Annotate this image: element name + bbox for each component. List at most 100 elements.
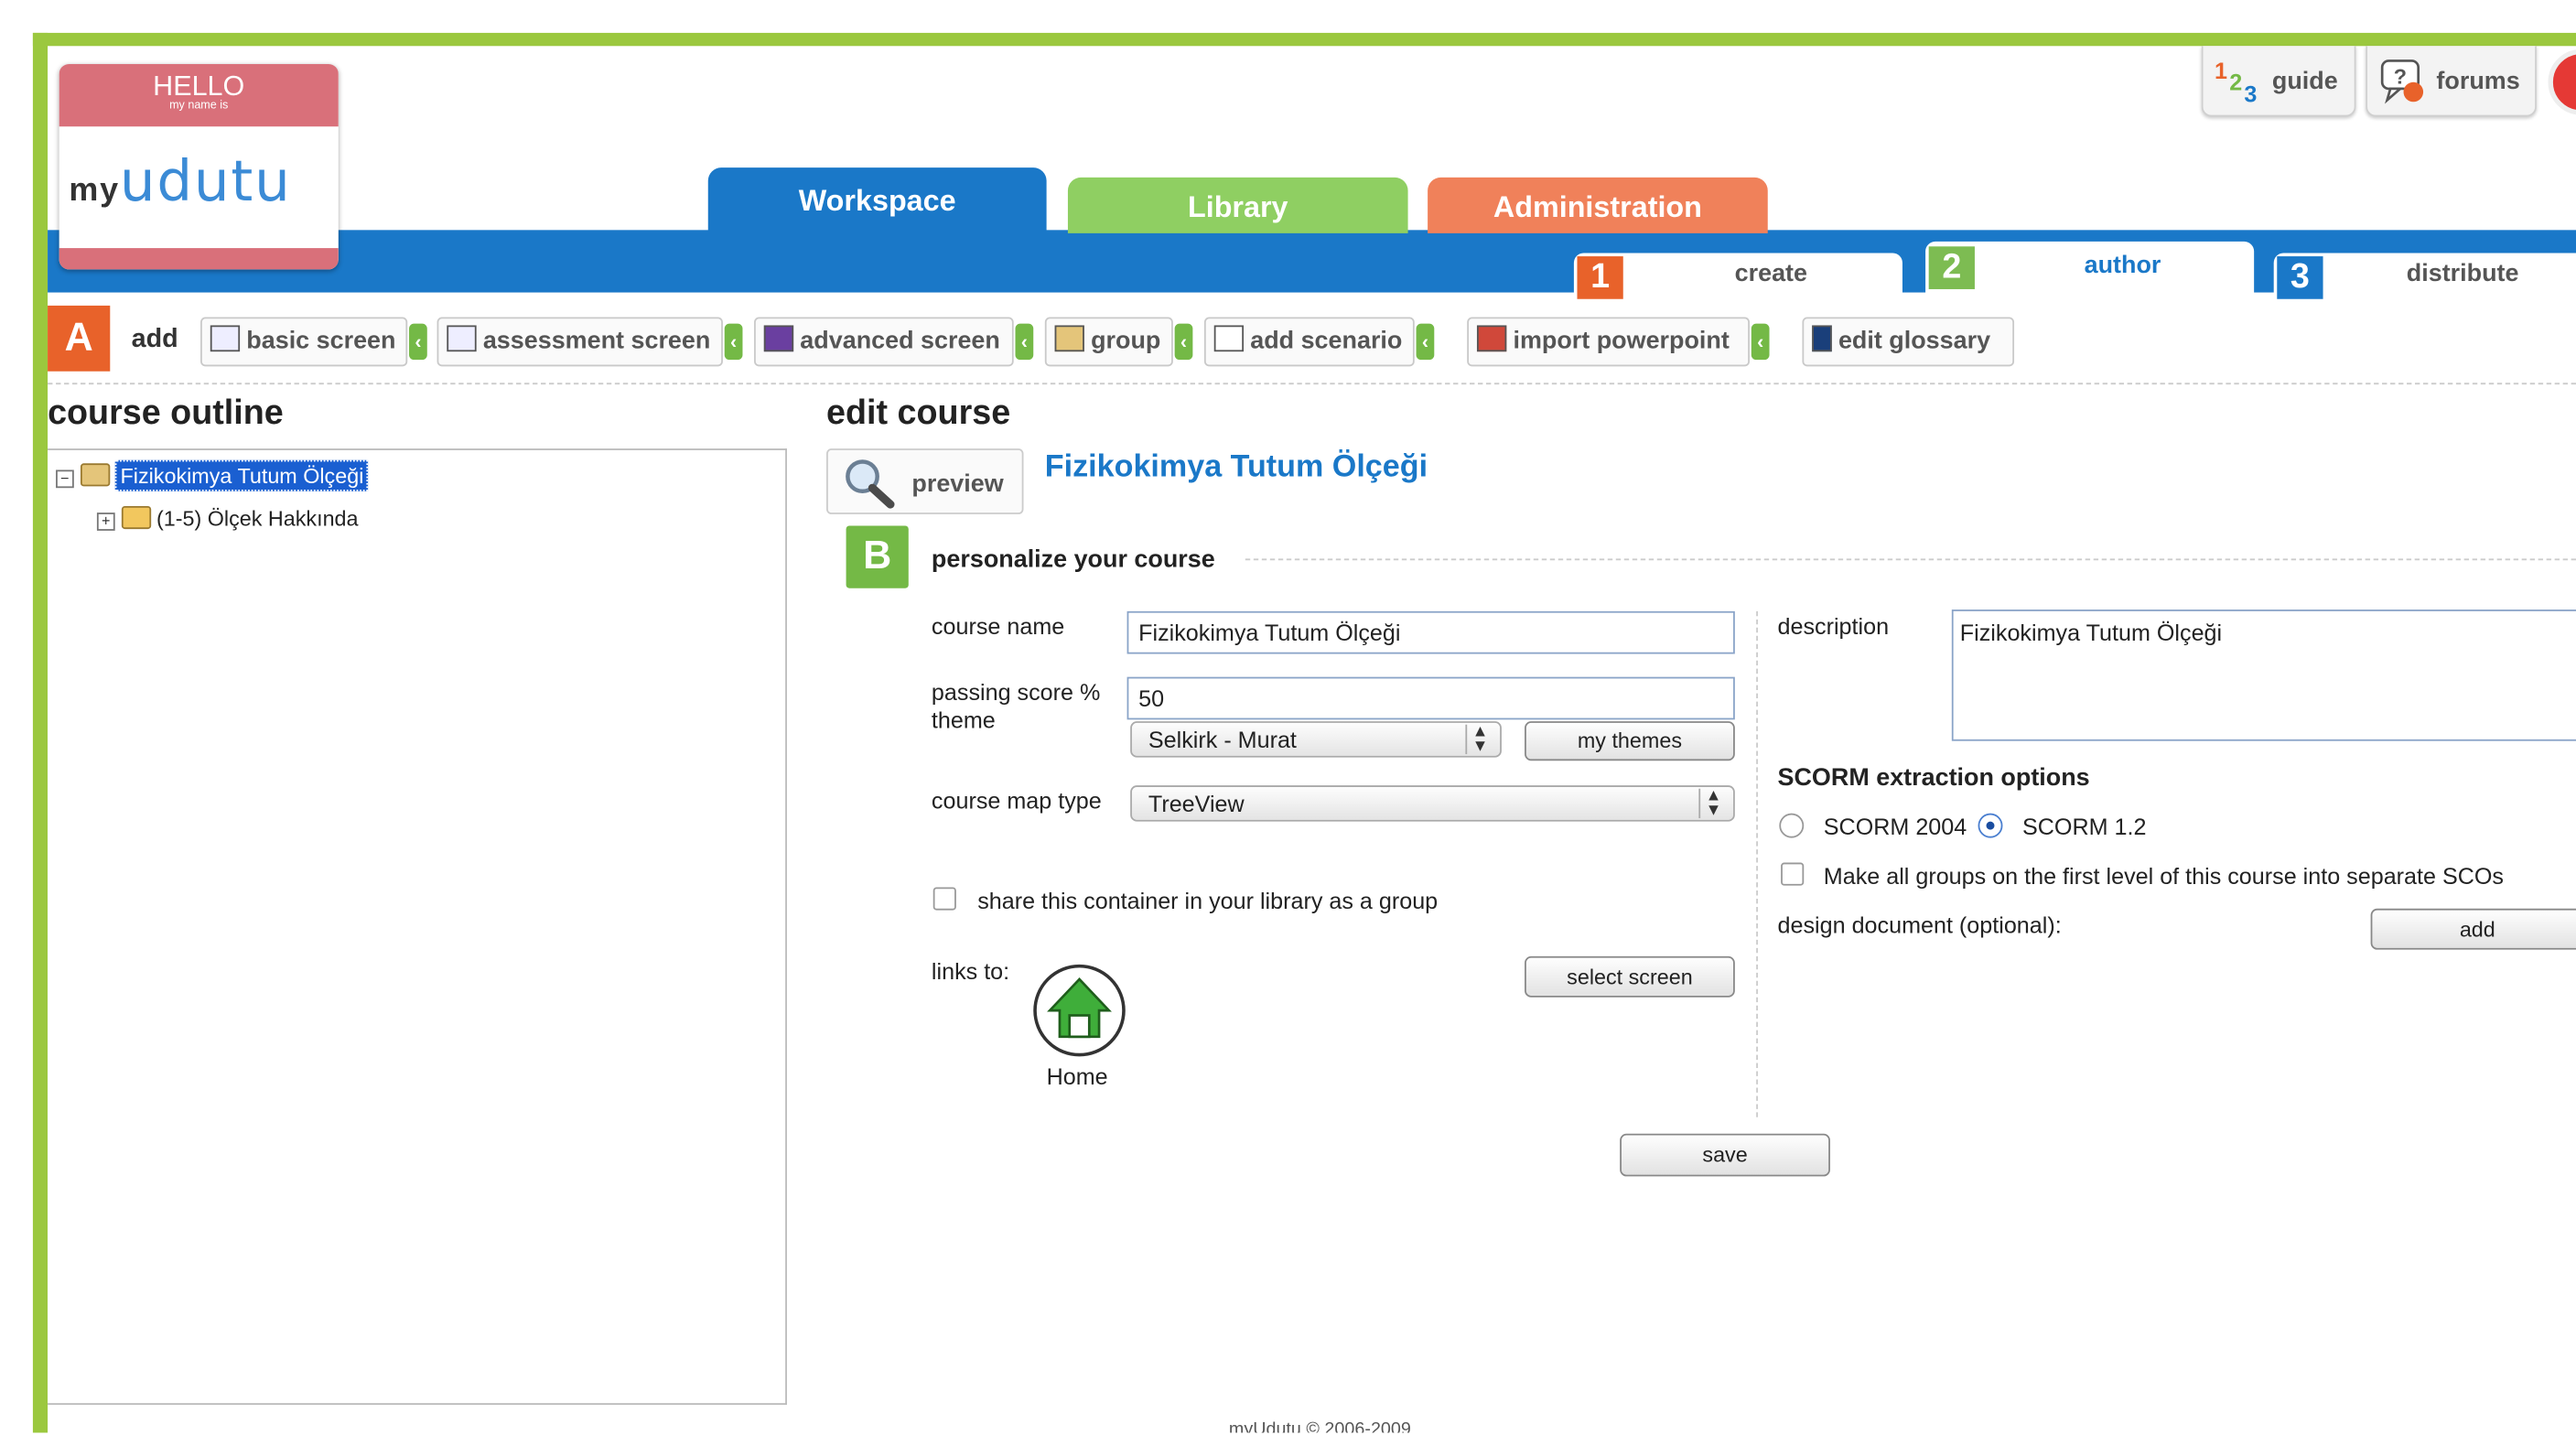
tree-root-node[interactable]: − Fizikokimya Tutum Ölçeği bbox=[56, 459, 369, 491]
tab-workspace[interactable]: Workspace bbox=[707, 167, 1047, 233]
course-name-input[interactable]: Fizikokimya Tutum Ölçeği bbox=[1126, 610, 1735, 654]
folder-icon bbox=[1054, 325, 1084, 352]
forums-label: forums bbox=[2436, 67, 2520, 96]
tree-child-node[interactable]: + (1-5) Ölçek Hakkında bbox=[96, 505, 359, 531]
logo-text: myudutu bbox=[69, 149, 291, 215]
section-b-badge: B bbox=[846, 525, 909, 588]
course-map-type-label: course map type bbox=[931, 786, 1102, 814]
separate-scos-label: Make all groups on the first level of th… bbox=[1823, 862, 2505, 890]
links-to-label: links to: bbox=[931, 957, 1010, 985]
add-advanced-screen-button[interactable]: advanced screen ‹ bbox=[754, 317, 1034, 367]
separate-scos-checkbox[interactable] bbox=[1781, 862, 1805, 886]
toolbar-divider bbox=[48, 383, 2576, 385]
expand-icon[interactable]: + bbox=[96, 512, 115, 531]
add-label: add bbox=[131, 325, 178, 353]
select-arrows-icon: ▲ ▼ bbox=[1698, 788, 1727, 819]
home-link[interactable] bbox=[1033, 964, 1126, 1057]
svg-text:?: ? bbox=[2394, 65, 2407, 89]
save-button[interactable]: save bbox=[1620, 1133, 1830, 1177]
select-arrows-icon: ▲ ▼ bbox=[1465, 724, 1493, 755]
speech-bubble-icon: ? bbox=[2380, 59, 2424, 104]
scorm-12-label: SCORM 1.2 bbox=[2022, 813, 2147, 840]
edit-glossary-label: edit glossary bbox=[1838, 327, 1991, 355]
scorm-2004-label: SCORM 2004 bbox=[1823, 813, 1967, 840]
assessment-screen-label: assessment screen bbox=[482, 327, 711, 355]
design-document-label: design document (optional): bbox=[1777, 912, 2062, 939]
guide-label: guide bbox=[2271, 67, 2338, 96]
select-screen-button[interactable]: select screen bbox=[1525, 955, 1735, 998]
edit-glossary-button[interactable]: edit glossary bbox=[1802, 317, 2015, 367]
svg-text:3: 3 bbox=[2244, 81, 2257, 105]
open-folder-icon bbox=[121, 505, 151, 530]
preview-label: preview bbox=[911, 469, 1004, 498]
book-icon bbox=[1812, 325, 1832, 352]
add-scenario-label: add scenario bbox=[1250, 327, 1403, 355]
share-label: share this container in your library as … bbox=[977, 887, 1439, 914]
step-tab-create[interactable]: 1 create bbox=[1573, 253, 1902, 299]
assessment-screen-icon bbox=[447, 325, 477, 352]
add-scenario-button[interactable]: add scenario ‹ bbox=[1203, 317, 1435, 367]
scorm-2004-radio[interactable] bbox=[1779, 813, 1805, 838]
chevron-left-icon[interactable]: ‹ bbox=[724, 323, 743, 361]
logo-my: my bbox=[69, 172, 120, 210]
tab-administration[interactable]: Administration bbox=[1428, 177, 1768, 233]
collapse-icon[interactable]: − bbox=[56, 469, 74, 489]
step-label: author bbox=[2084, 251, 2161, 280]
theme-value: Selkirk - Murat bbox=[1148, 726, 1297, 753]
scorm-options-title: SCORM extraction options bbox=[1777, 763, 2090, 793]
chevron-left-icon[interactable]: ‹ bbox=[1015, 323, 1034, 361]
share-checkbox[interactable] bbox=[932, 887, 956, 911]
add-basic-screen-button[interactable]: basic screen ‹ bbox=[200, 317, 427, 367]
svg-text:1: 1 bbox=[2215, 59, 2227, 84]
logo-udutu: udutu bbox=[119, 149, 292, 216]
step-label: distribute bbox=[2406, 259, 2519, 288]
passing-score-input[interactable]: 50 bbox=[1126, 676, 1735, 720]
chevron-left-icon[interactable]: ‹ bbox=[1416, 323, 1435, 361]
close-icon[interactable] bbox=[2548, 49, 2576, 115]
powerpoint-icon bbox=[1476, 325, 1507, 352]
badge-hello: HELLO bbox=[153, 70, 245, 102]
chevron-left-icon[interactable]: ‹ bbox=[1751, 323, 1770, 361]
my-themes-button[interactable]: my themes bbox=[1525, 721, 1735, 761]
chevron-left-icon[interactable]: ‹ bbox=[409, 323, 427, 361]
tab-library[interactable]: Library bbox=[1067, 177, 1408, 233]
theme-select[interactable]: Selkirk - Murat ▲ ▼ bbox=[1130, 721, 1502, 758]
course-title: Fizikokimya Tutum Ölçeği bbox=[1044, 449, 1428, 485]
course-map-type-select[interactable]: TreeView ▲ ▼ bbox=[1130, 785, 1735, 822]
step-number: 1 bbox=[1577, 256, 1623, 299]
badge-subtitle: my name is bbox=[169, 100, 229, 113]
course-outline-panel bbox=[48, 448, 787, 1405]
step-label: create bbox=[1734, 259, 1807, 288]
step-tab-distribute[interactable]: 3 distribute bbox=[2273, 253, 2576, 299]
home-icon bbox=[1047, 977, 1112, 1039]
scorm-12-radio[interactable] bbox=[1978, 813, 2003, 838]
add-assessment-screen-button[interactable]: assessment screen ‹ bbox=[437, 317, 743, 367]
name-badge-logo[interactable]: HELLO my name is myudutu bbox=[59, 64, 339, 270]
home-label: Home bbox=[1046, 1063, 1108, 1090]
import-powerpoint-label: import powerpoint bbox=[1513, 327, 1730, 355]
course-name-label: course name bbox=[931, 612, 1065, 640]
add-group-button[interactable]: group ‹ bbox=[1044, 317, 1193, 367]
chevron-left-icon[interactable]: ‹ bbox=[1174, 323, 1193, 361]
forums-button[interactable]: ? forums bbox=[2366, 46, 2537, 117]
passing-score-label: passing score % bbox=[931, 678, 1101, 706]
basic-screen-icon bbox=[210, 325, 241, 352]
guide-button[interactable]: 1 2 3 guide bbox=[2201, 46, 2356, 117]
magnifier-icon bbox=[846, 459, 895, 509]
step-tab-author[interactable]: 2 author bbox=[1925, 241, 2255, 297]
theme-label: theme bbox=[931, 706, 996, 733]
preview-button[interactable]: preview bbox=[826, 448, 1024, 514]
add-design-document-button[interactable]: add bbox=[2370, 908, 2576, 950]
advanced-screen-icon bbox=[763, 325, 794, 352]
personalize-title: personalize your course bbox=[931, 545, 1215, 574]
tree-root-label[interactable]: Fizikokimya Tutum Ölçeği bbox=[115, 459, 369, 491]
step-number: 2 bbox=[1928, 246, 1975, 289]
edit-course-title: edit course bbox=[826, 394, 1011, 433]
course-map-type-value: TreeView bbox=[1148, 790, 1245, 817]
description-textarea[interactable]: Fizikokimya Tutum Ölçeği bbox=[1951, 610, 2576, 741]
tree-child-label[interactable]: (1-5) Ölçek Hakkında bbox=[156, 506, 359, 531]
import-powerpoint-button[interactable]: import powerpoint ‹ bbox=[1467, 317, 1770, 367]
footer-copyright: myUdutu © 2006-2009 bbox=[1228, 1419, 1411, 1433]
svg-text:2: 2 bbox=[2229, 70, 2242, 96]
advanced-screen-label: advanced screen bbox=[800, 327, 1000, 355]
